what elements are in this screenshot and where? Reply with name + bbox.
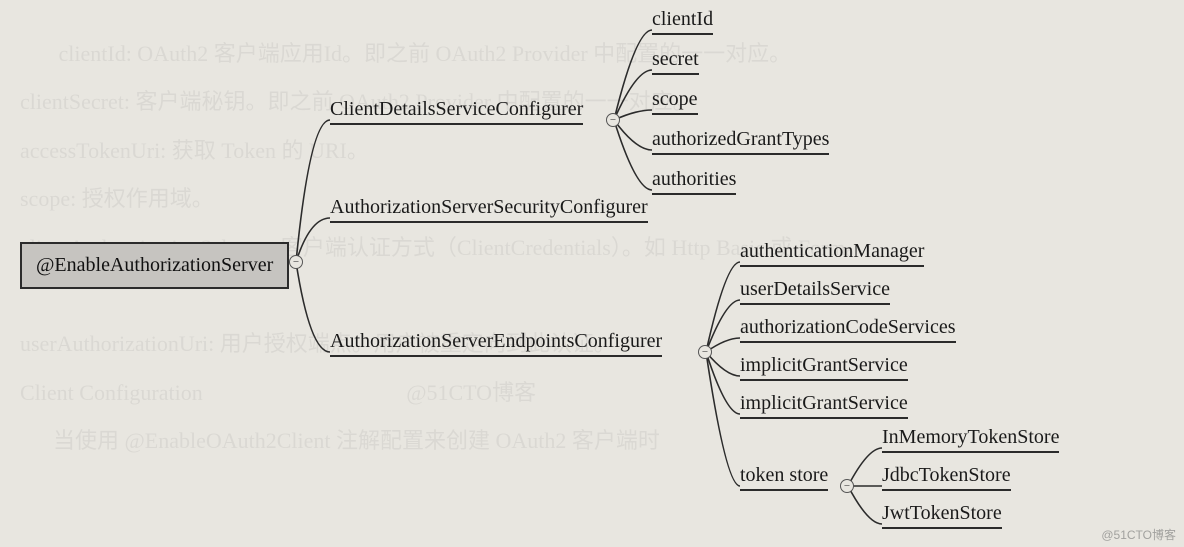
collapse-icon[interactable]: − xyxy=(606,113,620,127)
leaf-in-memory-token-store[interactable]: InMemoryTokenStore xyxy=(882,426,1059,453)
collapse-icon[interactable]: − xyxy=(840,479,854,493)
leaf-authentication-manager[interactable]: authenticationManager xyxy=(740,240,924,267)
watermark-text: @51CTO博客 xyxy=(1101,526,1176,543)
leaf-implicit-grant-service-2[interactable]: implicitGrantService xyxy=(740,392,908,419)
leaf-jdbc-token-store[interactable]: JdbcTokenStore xyxy=(882,464,1011,491)
branch-endpoints[interactable]: AuthorizationServerEndpointsConfigurer xyxy=(330,330,662,357)
leaf-jwt-token-store[interactable]: JwtTokenStore xyxy=(882,502,1002,529)
leaf-implicit-grant-service-1[interactable]: implicitGrantService xyxy=(740,354,908,381)
leaf-client-id[interactable]: clientId xyxy=(652,8,713,35)
leaf-authorized-grant-types[interactable]: authorizedGrantTypes xyxy=(652,128,829,155)
branch-security[interactable]: AuthorizationServerSecurityConfigurer xyxy=(330,196,648,223)
mindmap-diagram: @EnableAuthorizationServer − ClientDetai… xyxy=(0,0,1184,547)
leaf-scope[interactable]: scope xyxy=(652,88,698,115)
root-node[interactable]: @EnableAuthorizationServer xyxy=(20,242,289,289)
branch-client-details[interactable]: ClientDetailsServiceConfigurer xyxy=(330,98,583,125)
leaf-secret[interactable]: secret xyxy=(652,48,699,75)
leaf-authorization-code-services[interactable]: authorizationCodeServices xyxy=(740,316,956,343)
leaf-authorities[interactable]: authorities xyxy=(652,168,736,195)
leaf-user-details-service[interactable]: userDetailsService xyxy=(740,278,890,305)
collapse-icon[interactable]: − xyxy=(698,345,712,359)
leaf-token-store[interactable]: token store xyxy=(740,464,828,491)
collapse-icon[interactable]: − xyxy=(289,255,303,269)
